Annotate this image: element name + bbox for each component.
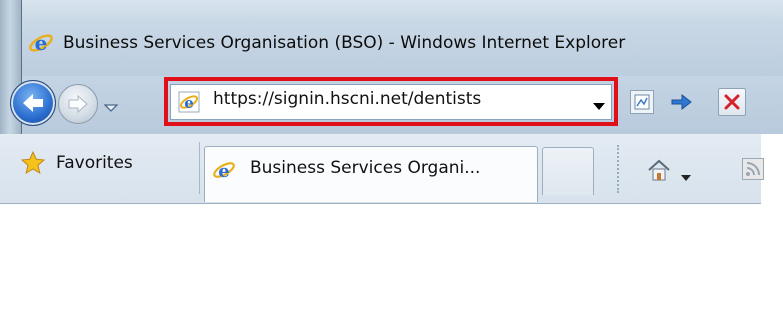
favorites-button[interactable]: Favorites bbox=[20, 150, 133, 176]
toolbar-separator bbox=[199, 142, 200, 194]
svg-text:e: e bbox=[35, 31, 48, 55]
home-button[interactable] bbox=[646, 158, 672, 182]
stop-button[interactable] bbox=[718, 88, 746, 116]
go-button[interactable] bbox=[668, 90, 696, 114]
svg-text:e: e bbox=[218, 161, 229, 182]
page-content-area bbox=[0, 204, 761, 336]
forward-button[interactable] bbox=[58, 84, 98, 124]
go-arrow-icon bbox=[671, 93, 692, 111]
title-row: e Business Services Organisation (BSO) -… bbox=[28, 30, 625, 56]
feeds-button[interactable] bbox=[742, 158, 764, 180]
chevron-down-icon bbox=[681, 175, 691, 181]
home-icon bbox=[648, 159, 670, 181]
new-tab-button[interactable] bbox=[542, 147, 594, 195]
back-button[interactable] bbox=[10, 80, 56, 126]
tab-label: Business Services Organi... bbox=[250, 158, 481, 178]
chevron-down-icon bbox=[103, 104, 119, 112]
favorites-label: Favorites bbox=[56, 153, 133, 173]
title-bar: e Business Services Organisation (BSO) -… bbox=[22, 0, 783, 76]
feeds-icon bbox=[746, 162, 760, 176]
home-dropdown[interactable] bbox=[680, 167, 692, 186]
window-title: Business Services Organisation (BSO) - W… bbox=[63, 33, 626, 53]
compatibility-view-icon bbox=[634, 94, 650, 110]
ie-logo-icon: e bbox=[28, 30, 54, 56]
tab-ie-icon: e bbox=[212, 158, 236, 182]
address-highlight-box bbox=[164, 77, 618, 126]
recent-pages-dropdown[interactable] bbox=[103, 98, 119, 117]
compatibility-view-button[interactable] bbox=[630, 90, 654, 114]
browser-screenshot: e Business Services Organisation (BSO) -… bbox=[0, 0, 783, 336]
forward-arrow-icon bbox=[68, 94, 88, 114]
favorites-star-icon bbox=[20, 150, 46, 175]
stop-x-icon bbox=[724, 94, 740, 110]
back-arrow-icon bbox=[23, 94, 43, 112]
toolbar-separator-dotted bbox=[617, 145, 619, 193]
